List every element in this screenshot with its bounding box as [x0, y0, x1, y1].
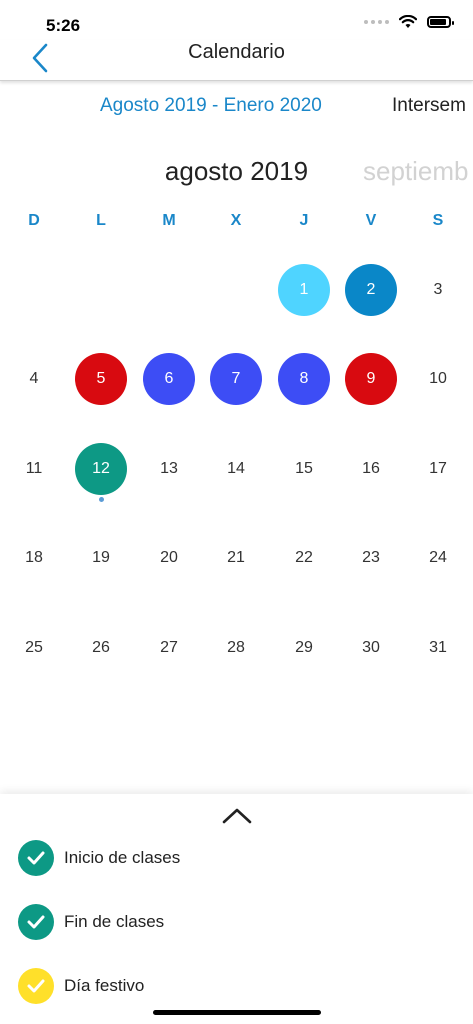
day-cell[interactable]: 28: [210, 622, 262, 674]
legend-check[interactable]: [18, 968, 54, 1004]
battery-icon: [427, 16, 454, 28]
day-cell[interactable]: 14: [210, 443, 262, 495]
day-cell[interactable]: 24: [412, 532, 464, 584]
nav-bar: Calendario: [0, 40, 473, 81]
legend-item[interactable]: Día festivo: [18, 968, 144, 1004]
legend-label: Inicio de clases: [64, 848, 181, 867]
day-cell[interactable]: 16: [345, 443, 397, 495]
check-icon: [27, 979, 45, 993]
day-cell[interactable]: 26: [75, 622, 127, 674]
day-cell[interactable]: 10: [412, 353, 464, 405]
period-tab-next[interactable]: Intersem: [392, 95, 466, 117]
day-cell[interactable]: 30: [345, 622, 397, 674]
day-cell[interactable]: 4: [8, 353, 60, 405]
legend-sheet: Inicio de clases Fin de clases Día festivo: [0, 794, 473, 1024]
day-cell[interactable]: 19: [75, 532, 127, 584]
legend-item[interactable]: Inicio de clases: [18, 840, 180, 876]
day-cell[interactable]: 17: [412, 443, 464, 495]
legend-item[interactable]: Fin de clases: [18, 904, 164, 940]
day-cell[interactable]: 5: [75, 353, 127, 405]
legend-check[interactable]: [18, 904, 54, 940]
day-cell[interactable]: 20: [143, 532, 195, 584]
today-indicator: [98, 497, 104, 502]
day-cell[interactable]: 22: [278, 532, 330, 584]
day-cell[interactable]: 23: [345, 532, 397, 584]
next-month-title[interactable]: septiemb: [363, 156, 469, 187]
check-icon: [27, 915, 45, 929]
day-cell[interactable]: 7: [210, 353, 262, 405]
signal-icon: [364, 20, 389, 24]
day-cell[interactable]: 13: [143, 443, 195, 495]
check-icon: [27, 851, 45, 865]
weekday-label: M: [162, 212, 176, 229]
day-cell[interactable]: 6: [143, 353, 195, 405]
day-cell[interactable]: 11: [8, 443, 60, 495]
day-cell[interactable]: 21: [210, 532, 262, 584]
status-time: 5:26: [46, 16, 81, 35]
period-tab-current[interactable]: Agosto 2019 - Enero 2020: [100, 95, 322, 117]
legend-label: Día festivo: [64, 976, 145, 995]
day-cell[interactable]: 15: [278, 443, 330, 495]
day-cell[interactable]: 25: [8, 622, 60, 674]
day-cell[interactable]: 27: [143, 622, 195, 674]
day-cell[interactable]: 2: [345, 264, 397, 316]
weekday-label: D: [28, 212, 40, 229]
weekday-header: DLMXJVS: [0, 212, 473, 232]
legend-check[interactable]: [18, 840, 54, 876]
day-cell[interactable]: 8: [278, 353, 330, 405]
period-tabs: Agosto 2019 - Enero 2020 Intersem: [0, 95, 473, 125]
status-icons: [364, 15, 454, 29]
weekday-label: L: [96, 212, 106, 229]
day-cell[interactable]: 18: [8, 532, 60, 584]
chevron-up-icon[interactable]: [221, 806, 253, 826]
weekday-label: X: [230, 212, 242, 229]
legend-label: Fin de clases: [64, 912, 165, 931]
weekday-label: J: [299, 212, 309, 229]
day-cell[interactable]: 31: [412, 622, 464, 674]
day-cell[interactable]: 1: [278, 264, 330, 316]
weekday-label: V: [365, 212, 377, 229]
day-cell[interactable]: 29: [278, 622, 330, 674]
wifi-icon: [399, 15, 417, 28]
day-cell[interactable]: 3: [412, 264, 464, 316]
day-cell[interactable]: 12: [75, 443, 127, 495]
home-indicator: [153, 1010, 321, 1015]
page-title: Calendario: [188, 41, 285, 63]
weekday-label: S: [432, 212, 444, 229]
status-bar: 5:26: [0, 0, 473, 40]
day-cell[interactable]: 9: [345, 353, 397, 405]
